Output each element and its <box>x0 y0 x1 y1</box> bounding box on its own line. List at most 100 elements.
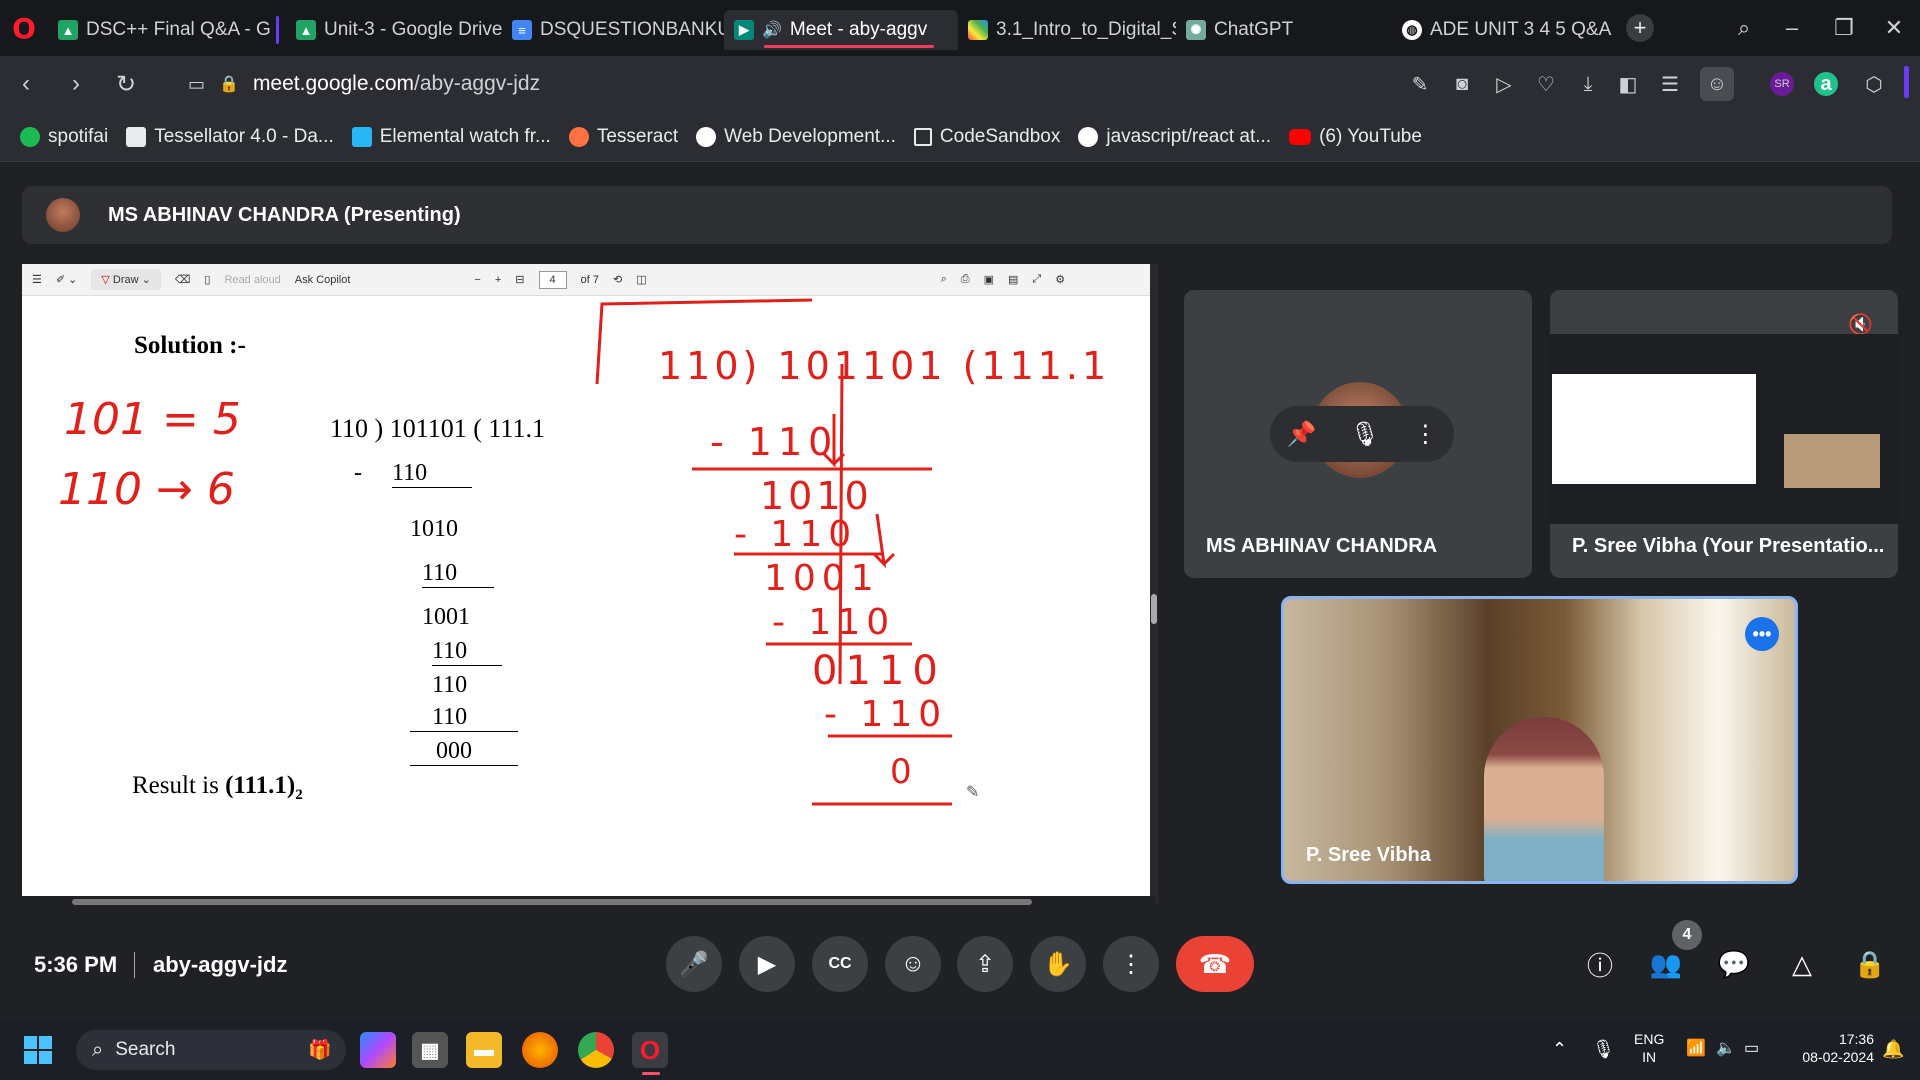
more-options-button[interactable]: ⋮ <box>1103 936 1159 992</box>
forward-button[interactable]: › <box>54 62 98 106</box>
back-button[interactable]: ‹ <box>4 62 48 106</box>
firefox-icon[interactable] <box>522 1032 558 1068</box>
tab-chatgpt[interactable]: ✺ ChatGPT <box>1176 10 1392 50</box>
globe-icon: ◍ <box>1402 20 1422 40</box>
taskbar-search[interactable]: ⌕ Search 🎁 <box>76 1030 346 1070</box>
scrollbar-thumb[interactable] <box>72 899 1032 905</box>
clock[interactable]: 17:36 08-02-2024 <box>1784 1030 1874 1066</box>
pencil-cursor-icon: ✎ <box>966 784 980 801</box>
camera-icon[interactable]: ◙ <box>1448 70 1476 98</box>
microphone-tray-icon[interactable]: 🎙 <box>1592 1040 1615 1058</box>
volume-icon[interactable]: 🔈 <box>1716 1040 1736 1058</box>
participant-tile-presentation[interactable]: 🔇 P. Sree Vibha (Your Presentatio... <box>1550 290 1898 578</box>
extension-a-icon[interactable]: a <box>1814 72 1838 96</box>
bookmark-tesseract[interactable]: Tesseract <box>568 126 678 148</box>
send-icon[interactable]: ▷ <box>1490 70 1518 98</box>
bookmark-tessellator[interactable]: Tessellator 4.0 - Da... <box>126 126 334 148</box>
microphone-icon[interactable]: 🎙 <box>1350 420 1380 449</box>
file-explorer-icon[interactable]: ▬ <box>466 1032 502 1068</box>
captions-button[interactable]: CC <box>812 936 868 992</box>
people-button[interactable]: 👥 <box>1646 944 1686 984</box>
edit-icon[interactable]: ✎ <box>1406 70 1434 98</box>
chevron-up-icon[interactable]: ⌃ <box>1552 1040 1567 1058</box>
bookmark-webdev[interactable]: Web Development... <box>696 126 896 148</box>
download-icon[interactable]: ⤓ <box>1574 70 1602 98</box>
person-figure <box>1484 717 1604 881</box>
tab-ade-unit[interactable]: ◍ ADE UNIT 3 4 5 Q&A <box>1392 10 1622 50</box>
bookmark-elemental[interactable]: Elemental watch fr... <box>351 126 551 148</box>
tab-intro-digital[interactable]: 3.1_Intro_to_Digital_Sy <box>958 10 1176 50</box>
bookmark-codesandbox[interactable]: CodeSandbox <box>913 126 1060 148</box>
tile-hover-controls: 📌 🎙 ⋮ <box>1270 406 1454 462</box>
tab-search-icon[interactable]: ⌕ <box>1722 0 1766 56</box>
bookmark-label: Web Development... <box>724 125 896 147</box>
search-label: Search <box>115 1039 176 1060</box>
active-app-indicator <box>642 1072 660 1075</box>
tab-meet-active[interactable]: ▶ 🔊 Meet - aby-aggv <box>724 10 958 50</box>
more-options-icon[interactable]: ⋮ <box>1413 420 1437 449</box>
camera-button[interactable]: ▶︎ <box>739 936 795 992</box>
scrollbar-thumb[interactable] <box>1151 594 1157 624</box>
opera-icon[interactable]: O <box>632 1032 668 1068</box>
tab-title: 3.1_Intro_to_Digital_Sy <box>996 19 1176 40</box>
chat-button[interactable]: 💬 <box>1714 944 1754 984</box>
chrome-icon[interactable] <box>578 1032 614 1068</box>
new-tab-button[interactable]: + <box>1626 14 1654 42</box>
more-options-icon[interactable]: ••• <box>1745 617 1779 651</box>
bookmark-github[interactable]: javascript/react at... <box>1078 126 1271 148</box>
battery-saver-icon[interactable]: ◧ <box>1614 70 1642 98</box>
calculator-icon[interactable]: ▦ <box>412 1032 448 1068</box>
present-button[interactable]: ⇪ <box>957 936 1013 992</box>
annotation-step-8: 0 <box>890 752 912 792</box>
battery-icon[interactable]: ▭ <box>1744 1040 1759 1058</box>
browser-tab-bar: O ▲ DSC++ Final Q&A - G ▲ Unit-3 - Googl… <box>0 0 1920 56</box>
annotation-step-3: - 110 <box>734 514 858 555</box>
bookmark-spotifai[interactable]: spotifai <box>20 126 108 148</box>
minimize-button[interactable]: – <box>1770 0 1814 56</box>
easy-setup-icon[interactable]: ☰ <box>1656 70 1684 98</box>
tab-dsquestionbank[interactable]: ≡ DSQUESTIONBANKUN <box>502 10 724 50</box>
extensions-cube-icon[interactable]: ⬡ <box>1860 70 1888 98</box>
annotation-long-division: 110) 101101 (111.1 <box>658 344 1111 388</box>
hang-up-icon: ☎ <box>1198 948 1232 979</box>
sidebar-accent <box>1904 66 1909 98</box>
tab-unit3-drive[interactable]: ▲ Unit-3 - Google Drive <box>276 10 502 50</box>
profile-icon[interactable]: ☺ <box>1700 67 1734 101</box>
leave-call-button[interactable]: ☎ <box>1176 936 1254 992</box>
speaker-icon[interactable]: 🔊 <box>762 20 782 40</box>
heart-icon[interactable]: ♡ <box>1532 70 1560 98</box>
copilot-icon[interactable] <box>360 1032 396 1068</box>
microphone-button[interactable]: 🎤 <box>666 936 722 992</box>
reload-button[interactable]: ↻ <box>104 62 148 106</box>
language-indicator[interactable]: ENG IN <box>1634 1030 1664 1066</box>
chatgpt-icon: ✺ <box>1186 20 1206 40</box>
pin-icon[interactable]: 📌 <box>1287 420 1317 449</box>
people-icon: 👥 <box>1649 948 1683 979</box>
opera-logo-icon[interactable]: O <box>0 0 48 56</box>
windows-start-icon[interactable] <box>24 1036 52 1064</box>
video-camera-icon: ▶︎ <box>757 950 777 978</box>
url-field[interactable]: ▭ 🔒 meet.google.com/aby-aggv-jdz <box>188 72 540 96</box>
camera-permission-icon[interactable]: ▭ <box>188 74 205 95</box>
slide-horizontal-scrollbar[interactable] <box>22 896 1156 908</box>
bookmark-youtube[interactable]: (6) YouTube <box>1289 126 1422 148</box>
wifi-icon[interactable]: 📶 <box>1686 1040 1706 1058</box>
meeting-details-button[interactable]: ⓘ <box>1580 944 1620 984</box>
extension-avatar-icon[interactable]: SR <box>1770 72 1794 96</box>
participant-name: MS ABHINAV CHANDRA <box>1206 535 1438 557</box>
slide-vertical-scrollbar[interactable] <box>1150 264 1158 904</box>
tab-dsc-final-qa[interactable]: ▲ DSC++ Final Q&A - G <box>48 10 276 50</box>
self-video-tile[interactable]: ••• P. Sree Vibha <box>1281 596 1798 884</box>
close-window-button[interactable]: ✕ <box>1872 0 1916 56</box>
restore-button[interactable]: ❐ <box>1822 0 1866 56</box>
participant-name: P. Sree Vibha <box>1306 844 1431 866</box>
host-controls-button[interactable]: 🔒 <box>1850 944 1890 984</box>
participant-tile-abhinav[interactable]: 📌 🎙 ⋮ MS ABHINAV CHANDRA <box>1184 290 1532 578</box>
reactions-button[interactable]: ☺ <box>885 936 941 992</box>
lock-icon[interactable]: 🔒 <box>219 74 239 94</box>
notification-bell-icon[interactable]: 🔔 <box>1882 1040 1904 1058</box>
thumbnail-self-video <box>1784 434 1880 488</box>
raise-hand-button[interactable]: ✋ <box>1030 936 1086 992</box>
github-icon <box>1078 126 1099 147</box>
activities-button[interactable]: △ <box>1782 944 1822 984</box>
